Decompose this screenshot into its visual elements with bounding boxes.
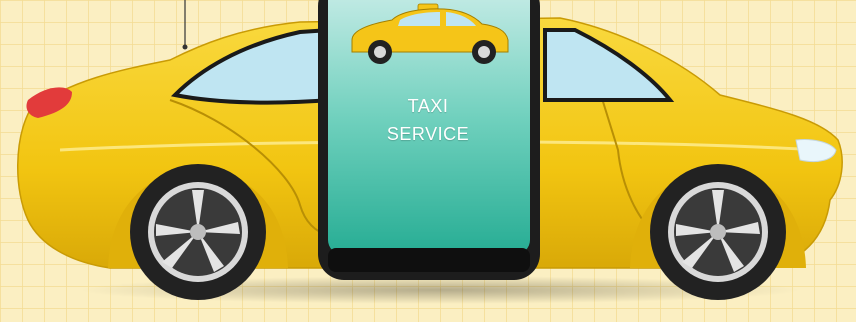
phone-title-line-2: SERVICE	[386, 124, 470, 144]
rear-wheel	[130, 164, 266, 300]
phone-title-line-1: TAXI	[407, 96, 449, 116]
taxi-service-illustration	[0, 0, 856, 322]
front-wheel	[650, 164, 786, 300]
phone-screen-text: TAXI SERVICE	[328, 92, 528, 148]
